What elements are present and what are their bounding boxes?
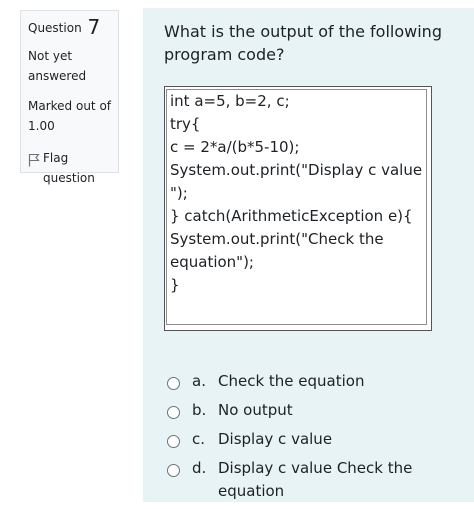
option-letter: b. xyxy=(192,401,207,419)
code-block-inner: int a=5, b=2, c; try{ c = 2*a/(b*5-10); … xyxy=(166,89,427,325)
answer-option-c[interactable]: c. Display c value xyxy=(167,428,467,451)
question-info-panel: Question 7 Not yet answered Marked out o… xyxy=(20,10,119,185)
code-line: try{ xyxy=(170,115,201,133)
question-content-panel: What is the output of the following prog… xyxy=(143,8,474,502)
code-block: int a=5, b=2, c; try{ c = 2*a/(b*5-10); … xyxy=(164,86,432,331)
question-text-line-1: What is the output of the following xyxy=(164,22,442,41)
flag-question-label: Flag question xyxy=(43,148,95,188)
code-line: System.out.print("Display c value xyxy=(170,161,423,179)
code-line: } catch(ArithmeticException e){ xyxy=(170,207,413,225)
answer-option-b[interactable]: b. No output xyxy=(167,399,467,422)
code-line: System.out.print("Check the xyxy=(170,230,384,248)
question-label: Question xyxy=(28,21,82,35)
radio-button[interactable] xyxy=(167,464,180,477)
answer-option-a[interactable]: a. Check the equation xyxy=(167,370,467,393)
answer-option-d[interactable]: d. Display c value Check the equation xyxy=(167,457,467,503)
status-line-1: Not yet xyxy=(28,49,73,63)
flag-line-2: question xyxy=(43,171,95,185)
answer-options: a. Check the equation b. No output c. Di… xyxy=(167,370,467,509)
status-line-2: answered xyxy=(28,69,87,83)
radio-button[interactable] xyxy=(167,435,180,448)
flag-line-1: Flag xyxy=(43,151,69,165)
question-status: Not yet answered xyxy=(28,46,118,86)
option-text: Display c value Check the equation xyxy=(218,459,413,500)
radio-button[interactable] xyxy=(167,406,180,419)
code-line: "); xyxy=(170,184,188,202)
option-letter: d. xyxy=(192,459,207,477)
question-number: 7 xyxy=(87,15,101,39)
code-line: equation"); xyxy=(170,253,254,271)
question-marks: Marked out of 1.00 xyxy=(28,96,118,136)
marks-line-1: Marked out of xyxy=(28,99,112,113)
radio-button[interactable] xyxy=(167,377,180,390)
code-line: } xyxy=(170,276,180,294)
option-letter: c. xyxy=(192,430,206,448)
option-text: No output xyxy=(218,401,293,419)
code-line: c = 2*a/(b*5-10); xyxy=(170,138,300,156)
option-text: Display c value xyxy=(218,430,333,448)
code-line: int a=5, b=2, c; xyxy=(170,92,290,110)
option-letter: a. xyxy=(192,372,206,390)
flag-question-link[interactable]: Flag question xyxy=(28,148,118,188)
marks-line-2: 1.00 xyxy=(28,119,55,133)
question-text: What is the output of the following prog… xyxy=(164,20,454,66)
question-text-line-2: program code? xyxy=(164,45,285,64)
flag-icon xyxy=(28,152,40,167)
question-heading: Question 7 xyxy=(28,17,118,38)
option-text: Check the equation xyxy=(218,372,365,390)
